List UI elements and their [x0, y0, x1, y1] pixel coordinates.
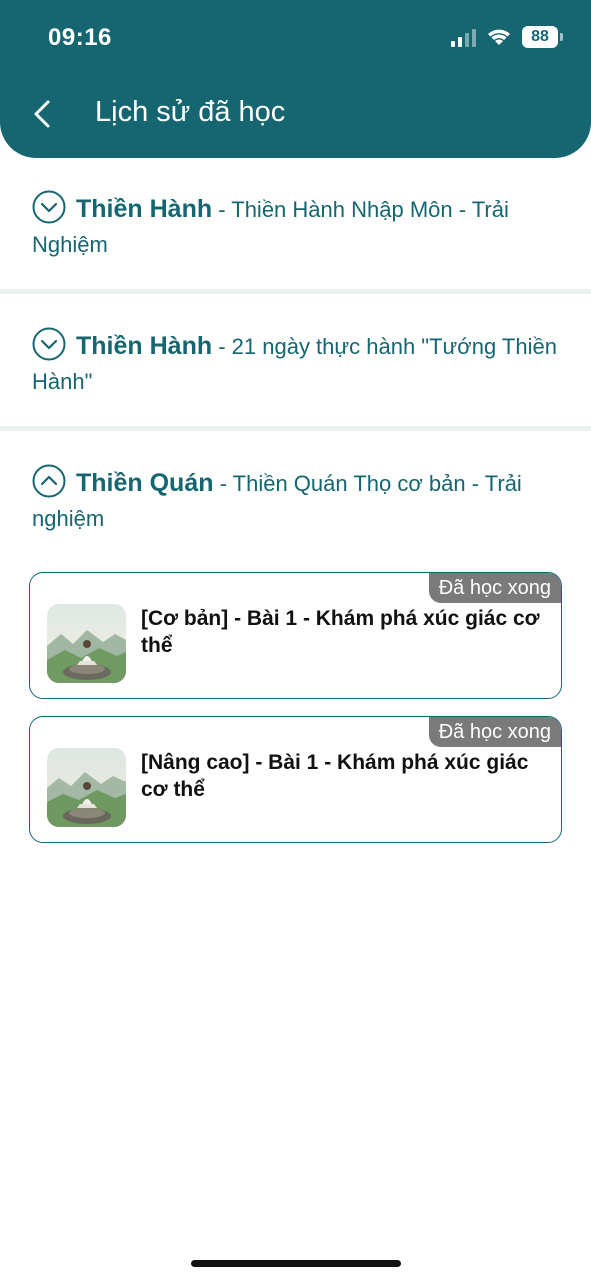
battery-icon: 88 [522, 26, 563, 48]
chevron-down-circle-icon [32, 327, 66, 361]
lesson-thumbnail [47, 604, 126, 683]
lesson-thumbnail [47, 748, 126, 827]
back-button[interactable] [22, 92, 62, 136]
course-section: Thiền Hành - Thiền Hành Nhập Môn - Trải … [0, 190, 591, 262]
chevron-up-circle-icon [32, 464, 66, 498]
course-name: Thiền Hành [76, 332, 213, 360]
wifi-icon [488, 29, 510, 45]
divider [0, 289, 591, 294]
course-section-header[interactable]: Thiền Quán - Thiền Quán Thọ cơ bản - Trả… [32, 464, 561, 536]
lesson-card[interactable]: Đã học xong [Nâng cao] - Bài 1 - Khám ph… [29, 716, 562, 843]
status-time: 09:16 [48, 24, 112, 51]
course-section: Thiền Quán - Thiền Quán Thọ cơ bản - Trả… [0, 464, 591, 536]
course-name: Thiền Hành [76, 195, 213, 223]
lesson-title: [Cơ bản] - Bài 1 - Khám phá xúc giác cơ … [141, 607, 540, 657]
chevron-left-icon [34, 100, 50, 128]
cellular-signal-icon [451, 27, 476, 47]
course-section-header[interactable]: Thiền Hành - Thiền Hành Nhập Môn - Trải … [32, 190, 561, 262]
lesson-title: [Nâng cao] - Bài 1 - Khám phá xúc giác c… [141, 751, 529, 801]
completed-badge: Đã học xong [428, 717, 561, 747]
status-icons: 88 [451, 26, 563, 48]
course-name: Thiền Quán [76, 469, 214, 497]
page-title: Lịch sử đã học [95, 96, 286, 128]
completed-badge: Đã học xong [428, 573, 561, 603]
home-indicator[interactable] [191, 1260, 401, 1267]
course-section: Thiền Hành - 21 ngày thực hành "Tướng Th… [0, 327, 591, 399]
chevron-down-circle-icon [32, 190, 66, 224]
course-section-header[interactable]: Thiền Hành - 21 ngày thực hành "Tướng Th… [32, 327, 561, 399]
divider [0, 426, 591, 431]
lesson-card[interactable]: Đã học xong [Cơ bản] - Bài 1 - Khám phá … [29, 572, 562, 699]
battery-level: 88 [522, 26, 558, 48]
app-header: 09:16 88 Lịch sử đã học [0, 0, 591, 158]
